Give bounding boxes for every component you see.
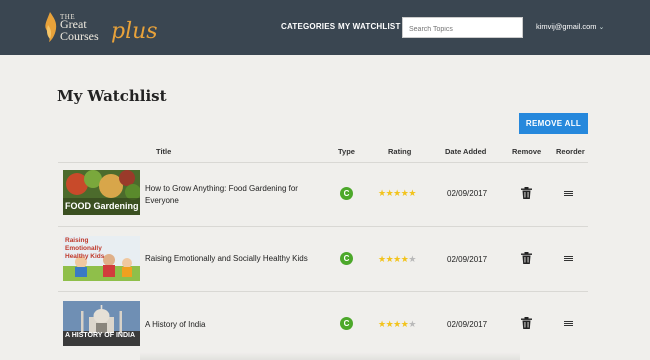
course-title-link[interactable]: Raising Emotionally and Socially Healthy… bbox=[145, 253, 315, 265]
page-title: My Watchlist bbox=[57, 87, 167, 105]
thumbnail-caption: Raising Emotionally Healthy Kids bbox=[65, 237, 105, 260]
logo-plus: plus bbox=[111, 19, 158, 44]
trash-icon[interactable] bbox=[521, 252, 532, 264]
course-title-link[interactable]: How to Grow Anything: Food Gardening for… bbox=[145, 183, 315, 207]
course-thumbnail[interactable]: A HISTORY OF INDIA bbox=[63, 301, 140, 346]
drag-handle-icon[interactable] bbox=[564, 321, 573, 326]
remove-all-button[interactable]: REMOVE ALL bbox=[519, 113, 588, 134]
star-icon: ★ bbox=[378, 254, 386, 264]
course-type-badge: C bbox=[340, 252, 353, 265]
trash-icon[interactable] bbox=[521, 317, 532, 329]
scroll-shadow bbox=[140, 352, 520, 360]
course-type-badge: C bbox=[340, 187, 353, 200]
column-header-reorder: Reorder bbox=[556, 147, 585, 156]
rating-stars: ★★★★★ bbox=[378, 188, 416, 199]
user-email: kimvij@gmail.com bbox=[536, 22, 597, 31]
user-menu[interactable]: kimvij@gmail.com ⌄ bbox=[536, 22, 604, 31]
search-input[interactable] bbox=[403, 20, 522, 39]
star-icon: ★ bbox=[378, 319, 386, 329]
date-added: 02/09/2017 bbox=[447, 189, 488, 198]
flame-logo-icon bbox=[45, 12, 57, 42]
star-empty-icon: ★ bbox=[408, 319, 416, 329]
thumbnail-caption: A HISTORY OF INDIA bbox=[65, 332, 136, 339]
rating-stars: ★★★★★ bbox=[378, 319, 416, 330]
table-row: Raising Emotionally Healthy Kids Raising… bbox=[0, 226, 650, 290]
star-icon: ★ bbox=[378, 188, 386, 198]
trash-icon[interactable] bbox=[521, 187, 532, 199]
india-thumbnail-image bbox=[63, 301, 140, 346]
logo-line-courses: Courses bbox=[60, 29, 99, 43]
nav-my-watchlist[interactable]: MY WATCHLIST bbox=[338, 22, 401, 31]
drag-handle-icon[interactable] bbox=[564, 191, 573, 196]
star-icon: ★ bbox=[393, 319, 401, 329]
column-header-remove: Remove bbox=[512, 147, 542, 156]
course-thumbnail[interactable]: Raising Emotionally Healthy Kids bbox=[63, 236, 140, 281]
date-added: 02/09/2017 bbox=[447, 320, 488, 329]
course-title-link[interactable]: A History of India bbox=[145, 319, 315, 331]
star-icon: ★ bbox=[408, 188, 416, 198]
thumbnail-caption: FOOD Gardening bbox=[65, 201, 139, 211]
column-header-title: Title bbox=[156, 147, 172, 156]
search-box[interactable] bbox=[402, 17, 523, 39]
date-added: 02/09/2017 bbox=[447, 255, 488, 264]
rating-stars: ★★★★★ bbox=[378, 254, 416, 265]
course-type-badge: C bbox=[340, 317, 353, 330]
chevron-down-icon: ⌄ bbox=[598, 24, 605, 31]
column-header-date-added: Date Added bbox=[445, 147, 487, 156]
star-empty-icon: ★ bbox=[408, 254, 416, 264]
nav-categories[interactable]: CATEGORIES bbox=[281, 22, 335, 31]
top-navigation-bar: THE Great Courses plus CATEGORIES MY WAT… bbox=[0, 0, 650, 55]
great-courses-plus-logo[interactable]: THE Great Courses plus bbox=[42, 9, 162, 47]
table-row: FOOD Gardening How to Grow Anything: Foo… bbox=[0, 162, 650, 226]
course-thumbnail[interactable]: FOOD Gardening bbox=[63, 170, 140, 215]
table-row: A HISTORY OF INDIA A History of India C … bbox=[0, 291, 650, 355]
column-header-rating: Rating bbox=[388, 147, 412, 156]
star-icon: ★ bbox=[393, 254, 401, 264]
star-icon: ★ bbox=[393, 188, 401, 198]
drag-handle-icon[interactable] bbox=[564, 256, 573, 261]
column-header-type: Type bbox=[338, 147, 355, 156]
